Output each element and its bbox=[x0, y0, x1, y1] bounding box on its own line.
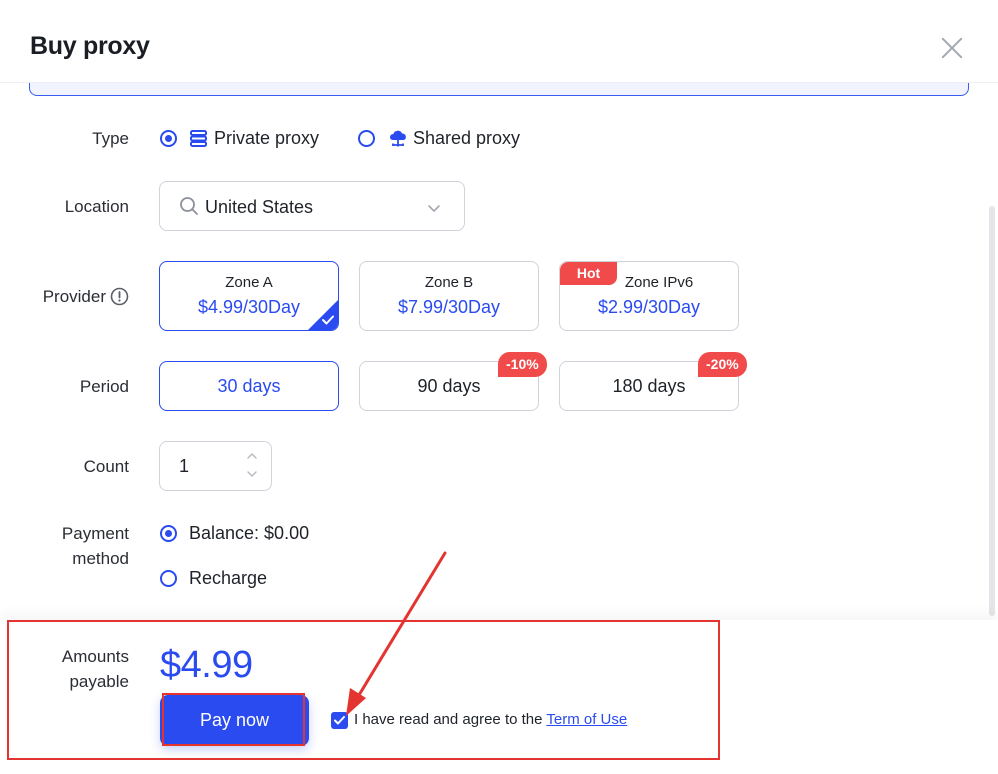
chevron-down-icon[interactable] bbox=[246, 470, 258, 478]
search-icon bbox=[180, 197, 198, 215]
scrollbar-thumb[interactable] bbox=[989, 206, 995, 616]
cloud-network-icon bbox=[390, 130, 406, 147]
discount-badge: -20% bbox=[698, 352, 747, 377]
provider-name: Zone A bbox=[225, 274, 273, 291]
type-label: Type bbox=[92, 129, 129, 148]
annotation-arrow-icon bbox=[346, 551, 447, 716]
dialog-header: Buy proxy bbox=[0, 0, 998, 83]
period-label: Period bbox=[79, 377, 129, 396]
chevron-down-icon[interactable] bbox=[426, 200, 442, 216]
private-proxy-label[interactable]: Private proxy bbox=[214, 128, 319, 149]
shared-proxy-radio[interactable] bbox=[358, 130, 375, 147]
location-label: Location bbox=[64, 197, 129, 216]
chevron-up-icon[interactable] bbox=[246, 452, 258, 460]
shared-proxy-label[interactable]: Shared proxy bbox=[413, 128, 520, 149]
payment-label: Payment bbox=[61, 524, 129, 543]
count-stepper[interactable]: 1 bbox=[159, 441, 272, 491]
provider-card-zone-a[interactable]: Zone A $4.99/30Day bbox=[159, 261, 339, 331]
recharge-radio[interactable] bbox=[160, 570, 177, 587]
server-stack-icon bbox=[190, 130, 207, 147]
check-icon bbox=[322, 315, 334, 325]
provider-price: $7.99/30Day bbox=[397, 297, 501, 317]
dialog-title: Buy proxy bbox=[30, 32, 150, 60]
close-icon[interactable] bbox=[938, 34, 966, 62]
count-value[interactable]: 1 bbox=[179, 456, 189, 477]
recharge-label[interactable]: Recharge bbox=[189, 568, 267, 589]
hot-badge: Hot bbox=[560, 262, 617, 285]
payment-label: method bbox=[72, 549, 129, 568]
buy-proxy-dialog: Buy proxy Type Private proxy Shared prox… bbox=[0, 0, 998, 774]
private-proxy-radio[interactable] bbox=[160, 130, 177, 147]
balance-radio[interactable] bbox=[160, 525, 177, 542]
info-icon[interactable] bbox=[110, 287, 129, 306]
period-30-days[interactable]: 30 days bbox=[159, 361, 339, 411]
location-value: United States bbox=[205, 197, 314, 217]
balance-label[interactable]: Balance: $0.00 bbox=[189, 523, 309, 544]
count-label: Count bbox=[83, 457, 129, 476]
provider-card-zone-b[interactable]: Zone B $7.99/30Day bbox=[359, 261, 539, 331]
provider-name: Zone B bbox=[424, 274, 474, 291]
discount-badge: -10% bbox=[498, 352, 547, 377]
provider-label: Provider bbox=[42, 287, 106, 306]
provider-price: $2.99/30Day bbox=[597, 297, 701, 317]
highlight-box bbox=[162, 693, 305, 746]
location-select[interactable]: United States bbox=[159, 181, 465, 231]
